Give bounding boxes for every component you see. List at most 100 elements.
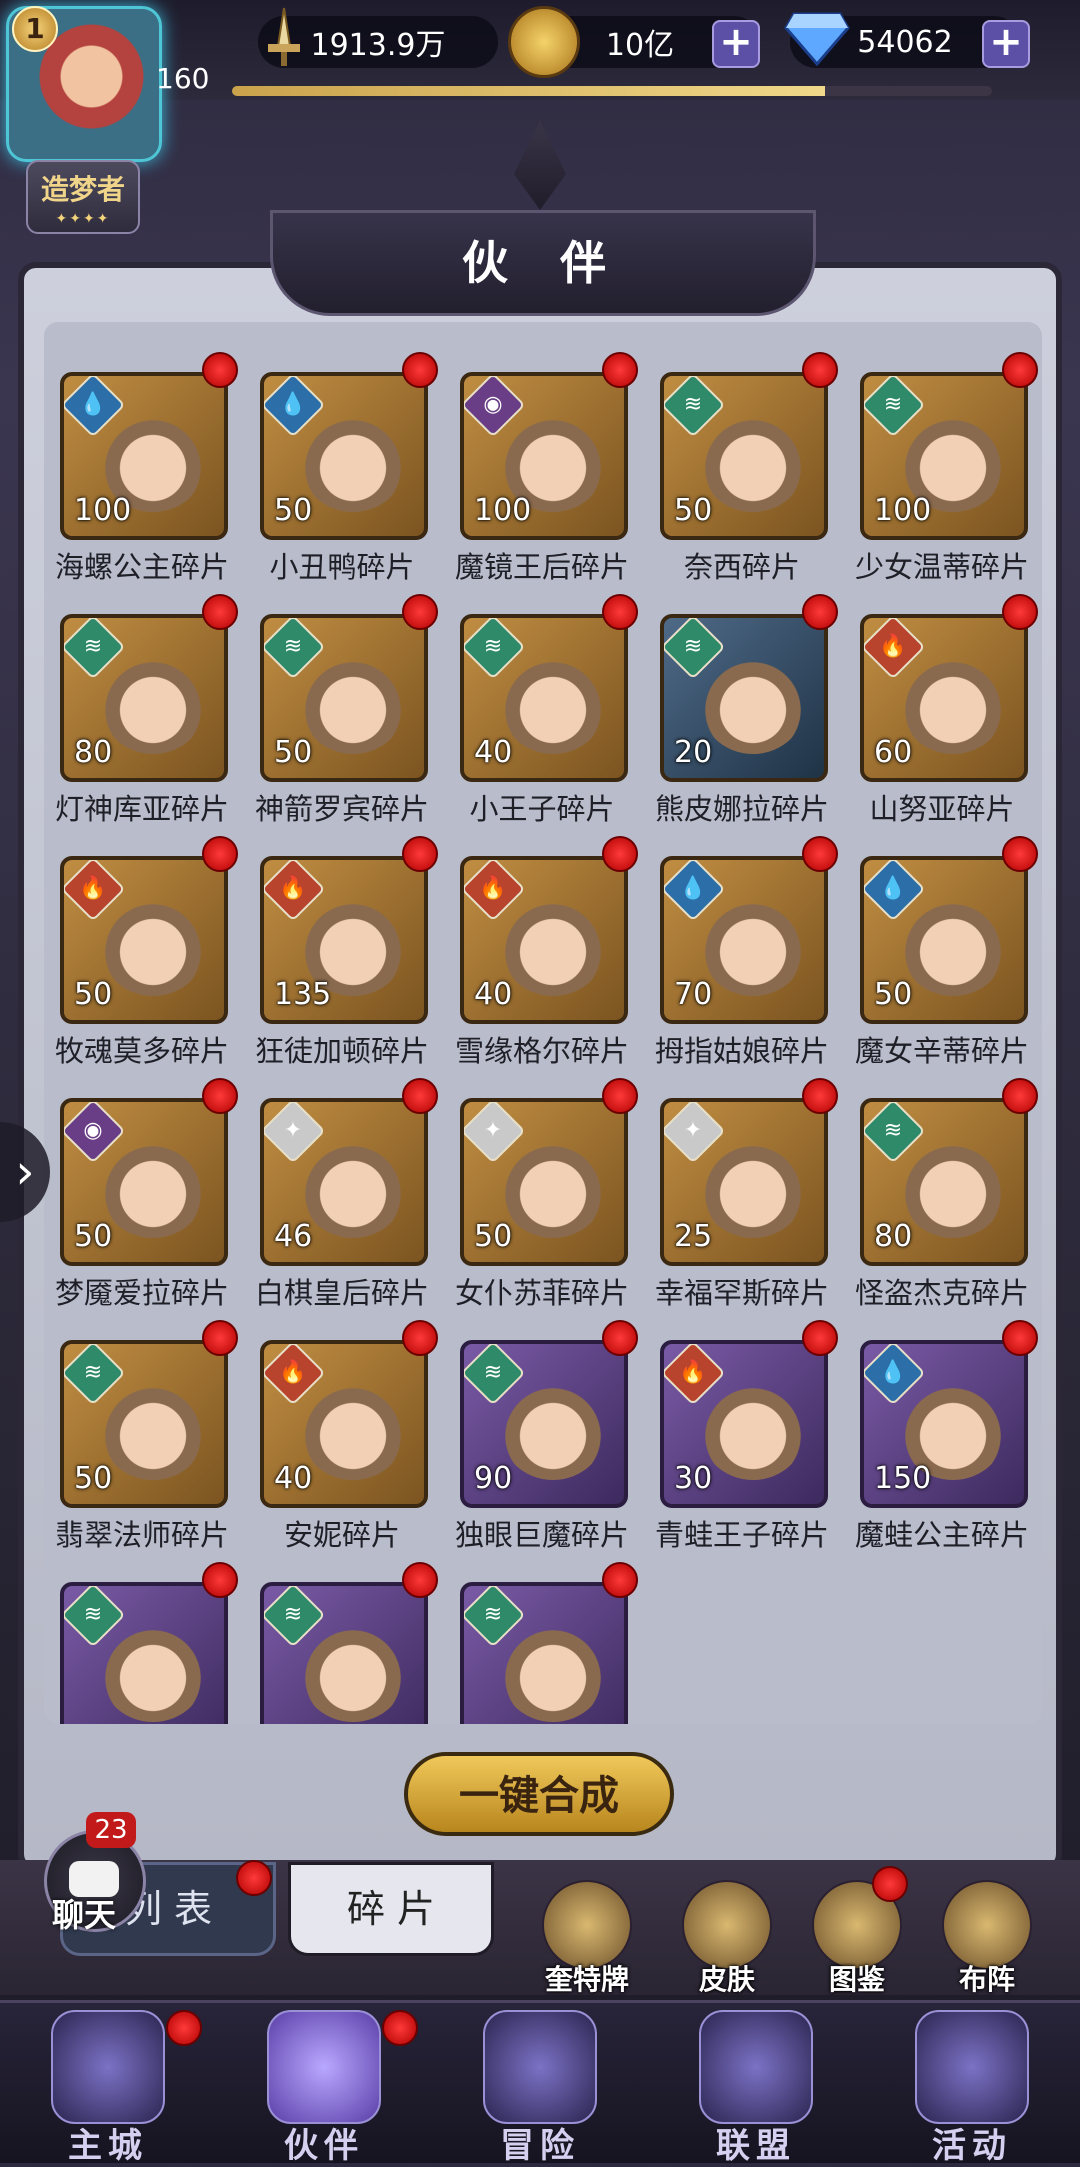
fragment-tile[interactable]: ≋ 50 (660, 372, 828, 540)
fragment-item[interactable]: ≋ 100 少女温蒂碎片 (850, 352, 1038, 592)
fragment-item[interactable]: ≋ 50 奈西碎片 (650, 352, 838, 592)
add-gold-button[interactable]: + (712, 20, 760, 68)
fragment-tile[interactable]: ≋ 100 (860, 372, 1028, 540)
fragment-tile[interactable]: ≋ 50 (260, 614, 428, 782)
nav-alliance[interactable]: 联盟 (648, 2000, 864, 2166)
fragment-item[interactable]: 💧 50 魔女辛蒂碎片 (850, 836, 1038, 1076)
fragment-item[interactable]: ≋ 80 灯神库亚碎片 (50, 594, 238, 834)
player-exp-level: 160 (156, 62, 210, 95)
fragment-count: 50 (74, 1219, 113, 1254)
fragment-tile[interactable]: 🔥 135 (260, 856, 428, 1024)
fragment-item[interactable]: 💧 50 小丑鸭碎片 (250, 352, 438, 592)
red-dot-badge (402, 594, 438, 630)
fragment-item[interactable]: ✦ 25 幸福罕斯碎片 (650, 1078, 838, 1318)
skin-label: 皮肤 (698, 1963, 755, 1996)
fragment-item[interactable]: 🔥 135 狂徒加顿碎片 (250, 836, 438, 1076)
fragment-tile[interactable]: ✦ 50 (460, 1098, 628, 1266)
album-badge (872, 1866, 908, 1902)
red-dot-badge (202, 1320, 238, 1356)
fragment-item[interactable]: ≋ (250, 1562, 438, 1724)
card-pack-label: 奎特牌 (544, 1963, 629, 1996)
fragment-item[interactable]: ≋ (450, 1562, 638, 1724)
fragment-item[interactable]: 🔥 30 青蛙王子碎片 (650, 1320, 838, 1560)
fragment-name: 白棋皇后碎片 (254, 1276, 429, 1310)
character-portrait (298, 1370, 408, 1480)
fragment-item[interactable]: ≋ 80 怪盗杰克碎片 (850, 1078, 1038, 1318)
fragment-tile[interactable]: 🔥 30 (660, 1340, 828, 1508)
fragment-count: 46 (274, 1219, 313, 1254)
character-portrait (498, 886, 608, 996)
fragment-name: 拇指姑娘碎片 (654, 1034, 829, 1068)
nav-events[interactable]: 活动 (864, 2000, 1080, 2166)
fragment-tile[interactable]: 💧 70 (660, 856, 828, 1024)
skin-button[interactable]: 皮肤 (672, 1880, 782, 1996)
fragment-item[interactable]: ≋ 20 熊皮娜拉碎片 (650, 594, 838, 834)
fragment-item[interactable]: ✦ 50 女仆苏菲碎片 (450, 1078, 638, 1318)
fragment-item[interactable]: 🔥 40 雪缘格尔碎片 (450, 836, 638, 1076)
red-dot-badge (1002, 836, 1038, 872)
fragment-item[interactable]: 🔥 40 安妮碎片 (250, 1320, 438, 1560)
panel-title: 伙 伴 (461, 236, 624, 290)
fragment-item[interactable]: ✦ 46 白棋皇后碎片 (250, 1078, 438, 1318)
synthesize-all-button[interactable]: 一键合成 (404, 1752, 674, 1836)
fragment-tile[interactable]: ✦ 46 (260, 1098, 428, 1266)
add-diamond-button[interactable]: + (982, 20, 1030, 68)
fragment-name: 牧魂莫多碎片 (54, 1034, 229, 1068)
fragment-name: 独眼巨魔碎片 (454, 1518, 629, 1552)
fragment-item[interactable]: 🔥 50 牧魂莫多碎片 (50, 836, 238, 1076)
fragment-item[interactable]: 🔥 60 山努亚碎片 (850, 594, 1038, 834)
fragment-name: 山努亚碎片 (869, 792, 1015, 826)
fragment-name: 灯神库亚碎片 (54, 792, 229, 826)
tab-fragments[interactable]: 碎 片 (288, 1862, 494, 1956)
fragment-tile[interactable]: 🔥 50 (60, 856, 228, 1024)
player-title-badge[interactable]: 造梦者 ✦✦✦✦ (26, 160, 140, 234)
fragment-item[interactable]: ≋ 50 神箭罗宾碎片 (250, 594, 438, 834)
fragment-tile[interactable]: 💧 100 (60, 372, 228, 540)
fragment-tile[interactable]: ≋ 80 (860, 1098, 1028, 1266)
fragment-item[interactable]: ≋ 40 小王子碎片 (450, 594, 638, 834)
fragment-tile[interactable]: ✦ 25 (660, 1098, 828, 1266)
fragment-item[interactable]: ◉ 100 魔镜王后碎片 (450, 352, 638, 592)
album-label: 图鉴 (828, 1963, 885, 1996)
fragment-tile[interactable]: ≋ 50 (60, 1340, 228, 1508)
fragment-item[interactable]: 💧 100 海螺公主碎片 (50, 352, 238, 592)
red-dot-badge (1002, 594, 1038, 630)
card-pack-button[interactable]: 奎特牌 (532, 1880, 642, 1996)
fragment-tile[interactable]: 💧 50 (260, 372, 428, 540)
fragment-count: 100 (74, 493, 132, 528)
fragment-item[interactable]: ≋ 50 翡翠法师碎片 (50, 1320, 238, 1560)
nav-adventure[interactable]: 冒险 (432, 2000, 648, 2166)
fragment-tile[interactable]: 💧 150 (860, 1340, 1028, 1508)
fragment-tile[interactable]: ≋ 90 (460, 1340, 628, 1508)
fragment-tile[interactable]: 🔥 40 (260, 1340, 428, 1508)
fragment-item[interactable]: 💧 70 拇指姑娘碎片 (650, 836, 838, 1076)
character-portrait (98, 1612, 208, 1722)
diamond-icon (784, 10, 850, 67)
player-level-badge: 1 (12, 6, 58, 52)
fragment-tile[interactable]: ≋ 40 (460, 614, 628, 782)
formation-button[interactable]: 布阵 (932, 1880, 1042, 1996)
fragment-tile[interactable]: 🔥 40 (460, 856, 628, 1024)
red-dot-badge (602, 1562, 638, 1598)
character-portrait (298, 1612, 408, 1722)
fragment-tile[interactable]: ≋ (460, 1582, 628, 1724)
fragment-tile[interactable]: ◉ 50 (60, 1098, 228, 1266)
fragment-item[interactable]: 💧 150 魔蛙公主碎片 (850, 1320, 1038, 1560)
fragment-tile[interactable]: 🔥 60 (860, 614, 1028, 782)
fragment-item[interactable]: ≋ (50, 1562, 238, 1724)
fragment-grid[interactable]: 💧 100 海螺公主碎片 💧 50 小丑鸭碎片 ◉ 100 魔镜王后碎片 ≋ 50 奈西碎片 ≋ 100 少… (44, 322, 1042, 1724)
fragment-tile[interactable]: ≋ (60, 1582, 228, 1724)
fragment-item[interactable]: ≋ 90 独眼巨魔碎片 (450, 1320, 638, 1560)
fragment-item[interactable]: ◉ 50 梦魇爱拉碎片 (50, 1078, 238, 1318)
fragment-tile[interactable]: ≋ 20 (660, 614, 828, 782)
fragment-count: 50 (674, 493, 713, 528)
fragment-tile[interactable]: ≋ (260, 1582, 428, 1724)
fragment-tile[interactable]: ≋ 80 (60, 614, 228, 782)
fragment-count: 80 (74, 735, 113, 770)
red-dot-badge (802, 1320, 838, 1356)
character-portrait (698, 886, 808, 996)
fragment-tile[interactable]: ◉ 100 (460, 372, 628, 540)
fragment-name: 魔蛙公主碎片 (854, 1518, 1029, 1552)
red-dot-badge (602, 352, 638, 388)
fragment-tile[interactable]: 💧 50 (860, 856, 1028, 1024)
